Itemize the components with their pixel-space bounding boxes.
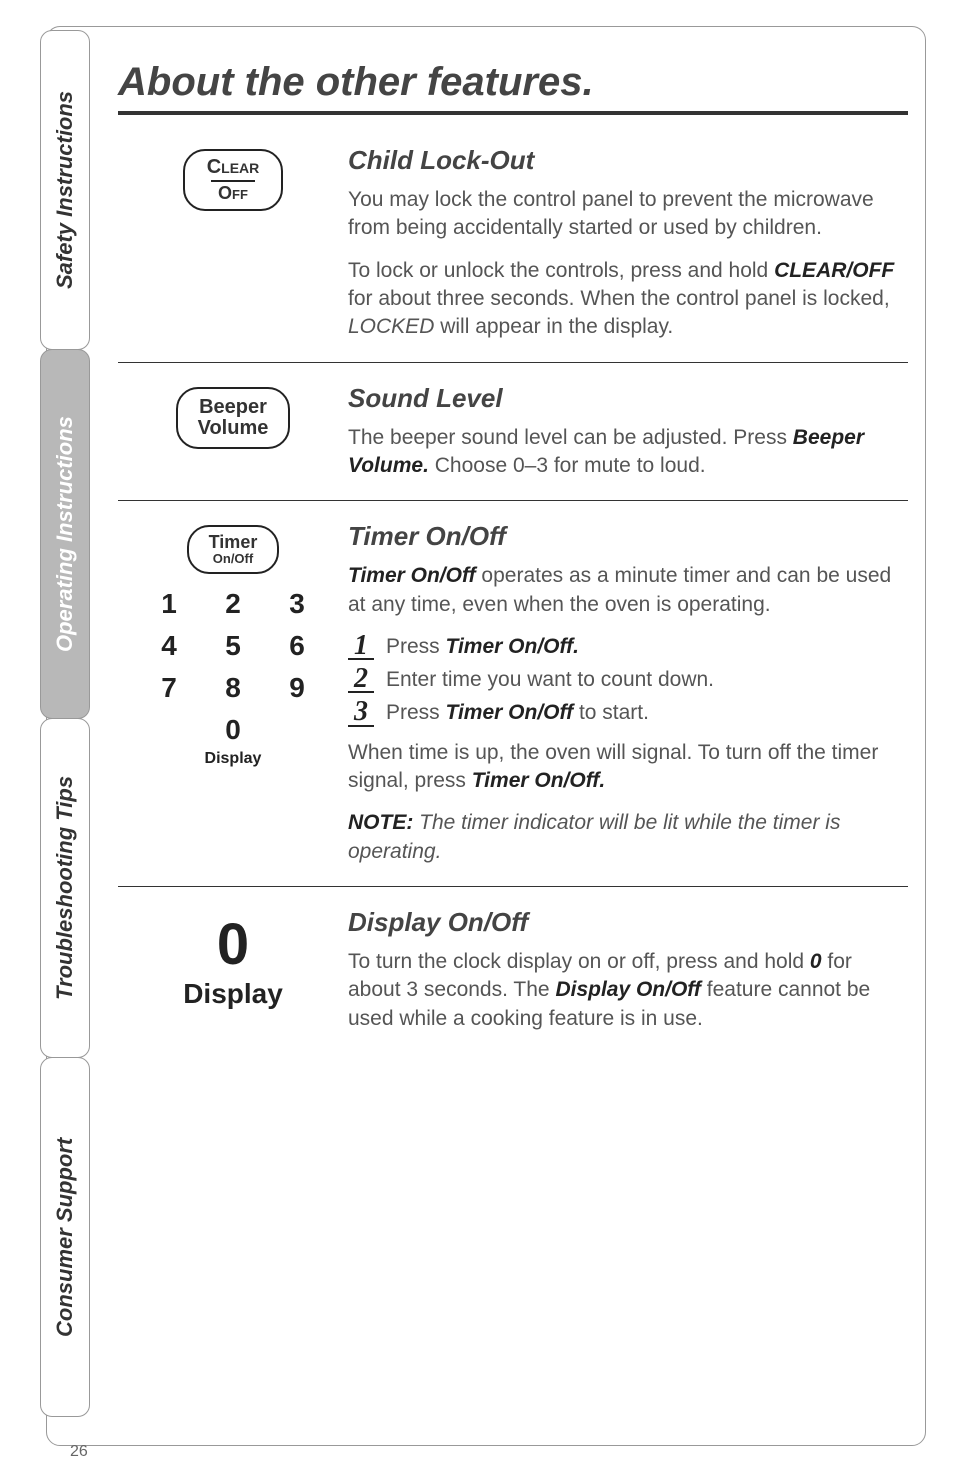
step-1: 1 Press Timer On/Off. — [348, 633, 908, 660]
illustration-timer-keypad: Timer On/Off 1 2 3 4 5 6 7 8 9 0 Display — [118, 521, 348, 866]
illustration-beeper-volume: Beeper Volume — [118, 383, 348, 481]
timer-p2: When time is up, the oven will signal. T… — [348, 739, 908, 796]
illustration-display-0: 0 Display — [118, 907, 348, 1033]
keypad-display-label: Display — [118, 750, 348, 768]
timer-note: NOTE: The timer indicator will be lit wh… — [348, 809, 908, 866]
step-3-number: 3 — [348, 699, 374, 726]
key-1: 1 — [149, 588, 189, 620]
heading-sound-level: Sound Level — [348, 383, 908, 414]
page-number: 26 — [70, 1443, 88, 1461]
section-timer: Timer On/Off 1 2 3 4 5 6 7 8 9 0 Display… — [118, 501, 908, 887]
btn-label-onoff: On/Off — [209, 552, 258, 566]
step-3: 3 Press Timer On/Off to start. — [348, 699, 908, 726]
step-2-number: 2 — [348, 666, 374, 693]
btn-label-beeper: Beeper — [198, 397, 269, 418]
tab-troubleshooting: Troubleshooting Tips — [40, 718, 90, 1058]
btn-label-timer: Timer — [209, 533, 258, 552]
key-7: 7 — [149, 672, 189, 704]
btn-label-off: Off — [207, 184, 260, 203]
tab-operating: Operating Instructions — [40, 349, 90, 719]
key-5: 5 — [213, 630, 253, 662]
main-content: About the other features. Clear Off Chil… — [118, 60, 908, 1053]
childlock-p2: To lock or unlock the controls, press an… — [348, 257, 908, 342]
key-2: 2 — [213, 588, 253, 620]
tab-consumer: Consumer Support — [40, 1057, 90, 1417]
step-2-text: Enter time you want to count down. — [386, 666, 714, 692]
timer-button-graphic: Timer On/Off — [187, 525, 280, 574]
step-3-text: Press Timer On/Off to start. — [386, 699, 649, 725]
step-2: 2 Enter time you want to count down. — [348, 666, 908, 693]
display-p1: To turn the clock display on or off, pre… — [348, 948, 908, 1033]
section-display: 0 Display Display On/Off To turn the clo… — [118, 887, 908, 1053]
key-8: 8 — [213, 672, 253, 704]
key-9: 9 — [277, 672, 317, 704]
key-6: 6 — [277, 630, 317, 662]
section-sound-level: Beeper Volume Sound Level The beeper sou… — [118, 363, 908, 502]
key-0: 0 — [213, 714, 253, 746]
step-1-text: Press Timer On/Off. — [386, 633, 579, 659]
page-title: About the other features. — [118, 60, 908, 105]
clear-off-button-graphic: Clear Off — [183, 149, 284, 211]
childlock-p1: You may lock the control panel to preven… — [348, 186, 908, 243]
illustration-clear-off: Clear Off — [118, 145, 348, 342]
step-1-number: 1 — [348, 633, 374, 660]
heading-child-lockout: Child Lock-Out — [348, 145, 908, 176]
display-label-graphic: Display — [118, 978, 348, 1010]
big-zero-graphic: 0 — [118, 911, 348, 978]
tab-safety: Safety Instructions — [40, 30, 90, 350]
beeper-volume-button-graphic: Beeper Volume — [176, 387, 291, 449]
section-child-lockout: Clear Off Child Lock-Out You may lock th… — [118, 125, 908, 363]
btn-label-volume: Volume — [198, 418, 269, 439]
timer-p1: Timer On/Off operates as a minute timer … — [348, 562, 908, 619]
keypad-graphic: 1 2 3 4 5 6 7 8 9 0 — [118, 588, 348, 746]
btn-divider — [211, 180, 256, 182]
sound-p1: The beeper sound level can be adjusted. … — [348, 424, 908, 481]
btn-label-clear: Clear — [207, 157, 260, 178]
side-tabs: Safety Instructions Operating Instructio… — [40, 30, 90, 1442]
key-4: 4 — [149, 630, 189, 662]
title-rule — [118, 111, 908, 115]
heading-display: Display On/Off — [348, 907, 908, 938]
key-3: 3 — [277, 588, 317, 620]
heading-timer: Timer On/Off — [348, 521, 908, 552]
